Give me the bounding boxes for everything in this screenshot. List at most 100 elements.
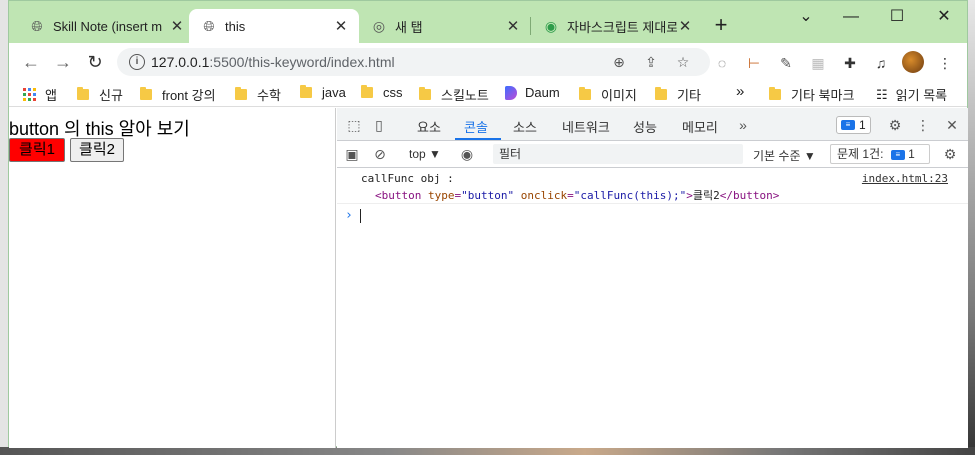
prompt-chevron-icon: › xyxy=(345,208,353,223)
puzzle-icon[interactable]: ✚ xyxy=(840,53,860,73)
clear-console-icon[interactable]: ⊘ xyxy=(371,145,389,163)
tab-strip: 🌐︎ Skill Note (insert m ✕ 🌐︎ this ✕ ◎ 새 … xyxy=(9,1,967,43)
more-tabs-icon[interactable]: » xyxy=(734,116,752,134)
maximize-button[interactable]: ☐ xyxy=(882,6,912,28)
bookmark-folder[interactable]: 기타 xyxy=(655,85,701,104)
extension-icon[interactable]: ⊢ xyxy=(744,53,764,73)
close-icon[interactable]: ✕ xyxy=(169,17,185,35)
eyedropper-icon[interactable]: ✎ xyxy=(776,53,796,73)
log-element-node[interactable]: <button type="button" onclick="callFunc(… xyxy=(375,187,779,203)
tab-new-tab[interactable]: ◎ 새 탭 ✕ xyxy=(359,9,531,43)
reload-button[interactable]: ↻ xyxy=(83,50,107,74)
bookmark-folder[interactable]: 이미지 xyxy=(579,85,637,104)
folder-icon xyxy=(300,85,312,98)
desktop-right-edge xyxy=(968,0,975,455)
folder-icon xyxy=(579,87,591,100)
extension-icon[interactable]: ◌ xyxy=(712,53,732,73)
other-bookmarks[interactable]: 기타 북마크 xyxy=(769,85,854,104)
console-filter-bar: ▣ ⊘ top ▼ ◉ 필터 기본 수준 ▼ 문제 1건: ≡ 1 ⚙ xyxy=(337,141,968,168)
bookmarks-bar: 앱 신규 front 강의 수학 java css 스킬노트 Daum 이미지 … xyxy=(9,81,967,107)
new-tab-button[interactable]: + xyxy=(709,13,733,37)
bookmark-folder[interactable]: 스킬노트 xyxy=(419,85,489,104)
extension-icon[interactable]: ▦ xyxy=(808,53,828,73)
click1-button[interactable]: 클릭1 xyxy=(9,138,65,162)
devtools-tab-bar: ⬚ ▯ 요소 콘솔 소스 네트워크 성능 메모리 » ≡ 1 ⚙ ⋮ ✕ xyxy=(337,108,968,141)
toolbar: ← → ↻ i 127.0.0.1:5500/this-keyword/inde… xyxy=(9,43,967,81)
info-icon[interactable]: i xyxy=(129,54,145,70)
bookmark-folder[interactable]: 수학 xyxy=(235,85,281,104)
sidebar-toggle-icon[interactable]: ▣ xyxy=(343,145,361,163)
folder-icon xyxy=(769,87,781,100)
issues-button[interactable]: 문제 1건: ≡ 1 xyxy=(830,144,930,164)
folder-icon xyxy=(655,87,667,100)
bookmarks-overflow[interactable]: » xyxy=(736,83,744,100)
eye-icon[interactable]: ◉ xyxy=(458,145,476,163)
bookmark-folder[interactable]: front 강의 xyxy=(140,85,216,104)
globe-icon: 🌐︎ xyxy=(203,17,215,34)
reading-list[interactable]: ☷ 읽기 목록 xyxy=(876,85,947,104)
issues-badge[interactable]: ≡ 1 xyxy=(836,116,871,134)
console-settings-icon[interactable]: ⚙ xyxy=(941,145,959,163)
reading-list-icon: ☷ xyxy=(876,86,888,102)
active-tab-indicator xyxy=(455,138,501,140)
log-label: callFunc obj : xyxy=(361,172,454,185)
globe-icon: 🌐︎ xyxy=(31,17,43,34)
bookmark-star-icon[interactable]: ☆ xyxy=(673,52,693,72)
message-icon: ≡ xyxy=(841,120,855,130)
site-icon: ◉ xyxy=(544,17,558,34)
log-source-link[interactable]: index.html:23 xyxy=(862,172,948,185)
tab-javascript[interactable]: ◉ 자바스크립트 제대로 ✕ xyxy=(531,9,703,43)
browser-window: 🌐︎ Skill Note (insert m ✕ 🌐︎ this ✕ ◎ 새 … xyxy=(8,0,968,448)
bookmark-folder[interactable]: java xyxy=(300,85,346,100)
close-icon[interactable]: ✕ xyxy=(677,17,693,35)
avatar[interactable] xyxy=(902,51,924,73)
folder-icon xyxy=(235,87,247,100)
tab-network[interactable]: 네트워크 xyxy=(562,117,610,136)
desktop-bottom-edge xyxy=(0,447,975,455)
minimize-button[interactable]: — xyxy=(836,6,866,28)
tab-sources[interactable]: 소스 xyxy=(513,117,537,136)
device-toolbar-icon[interactable]: ▯ xyxy=(370,116,388,134)
tab-this[interactable]: 🌐︎ this ✕ xyxy=(189,9,359,43)
desktop-left-edge xyxy=(0,0,8,455)
click2-button[interactable]: 클릭2 xyxy=(70,138,124,162)
media-icon[interactable]: ♫ xyxy=(871,53,891,73)
bookmark-apps[interactable]: 앱 xyxy=(23,85,57,104)
context-selector[interactable]: top ▼ xyxy=(409,147,441,161)
close-icon[interactable]: ✕ xyxy=(505,17,521,35)
close-icon[interactable]: ✕ xyxy=(333,17,349,35)
tab-console[interactable]: 콘솔 xyxy=(464,117,488,136)
chrome-icon: ◎ xyxy=(372,17,386,34)
tab-skill-note[interactable]: 🌐︎ Skill Note (insert m ✕ xyxy=(17,9,195,43)
tab-elements[interactable]: 요소 xyxy=(417,117,441,136)
tab-memory[interactable]: 메모리 xyxy=(682,117,718,136)
page-content: button 의 this 알아 보기 클릭1 클릭2 xyxy=(9,108,336,448)
log-levels-dropdown[interactable]: 기본 수준 ▼ xyxy=(753,147,816,164)
share-icon[interactable]: ⇪ xyxy=(641,52,661,72)
forward-button[interactable]: → xyxy=(51,50,75,74)
close-window-button[interactable]: ✕ xyxy=(929,6,959,28)
settings-gear-icon[interactable]: ⚙ xyxy=(886,116,904,134)
menu-icon[interactable]: ⋮ xyxy=(935,53,955,73)
back-button[interactable]: ← xyxy=(19,50,43,74)
devtools-panel: ⬚ ▯ 요소 콘솔 소스 네트워크 성능 메모리 » ≡ 1 ⚙ ⋮ ✕ ▣ ⊘ … xyxy=(337,108,968,448)
folder-icon xyxy=(140,87,152,100)
url-text[interactable]: 127.0.0.1:5500/this-keyword/index.html xyxy=(151,54,395,70)
inspect-icon[interactable]: ⬚ xyxy=(345,116,363,134)
folder-icon xyxy=(77,87,89,100)
console-prompt[interactable]: › xyxy=(337,206,968,226)
folder-icon xyxy=(361,85,373,98)
address-bar[interactable]: i 127.0.0.1:5500/this-keyword/index.html… xyxy=(117,48,710,76)
zoom-icon[interactable]: ⊕ xyxy=(609,52,629,72)
tab-search-button[interactable]: ⌄ xyxy=(791,6,821,28)
kebab-menu-icon[interactable]: ⋮ xyxy=(914,116,932,134)
bookmark-folder[interactable]: css xyxy=(361,85,403,100)
filter-input[interactable]: 필터 xyxy=(493,144,743,164)
close-devtools-icon[interactable]: ✕ xyxy=(943,116,961,134)
tab-performance[interactable]: 성능 xyxy=(633,117,657,136)
bookmark-folder[interactable]: 신규 xyxy=(77,85,123,104)
apps-icon xyxy=(23,87,37,102)
folder-icon xyxy=(419,87,431,100)
message-icon: ≡ xyxy=(890,149,905,160)
bookmark-daum[interactable]: Daum xyxy=(505,85,560,100)
